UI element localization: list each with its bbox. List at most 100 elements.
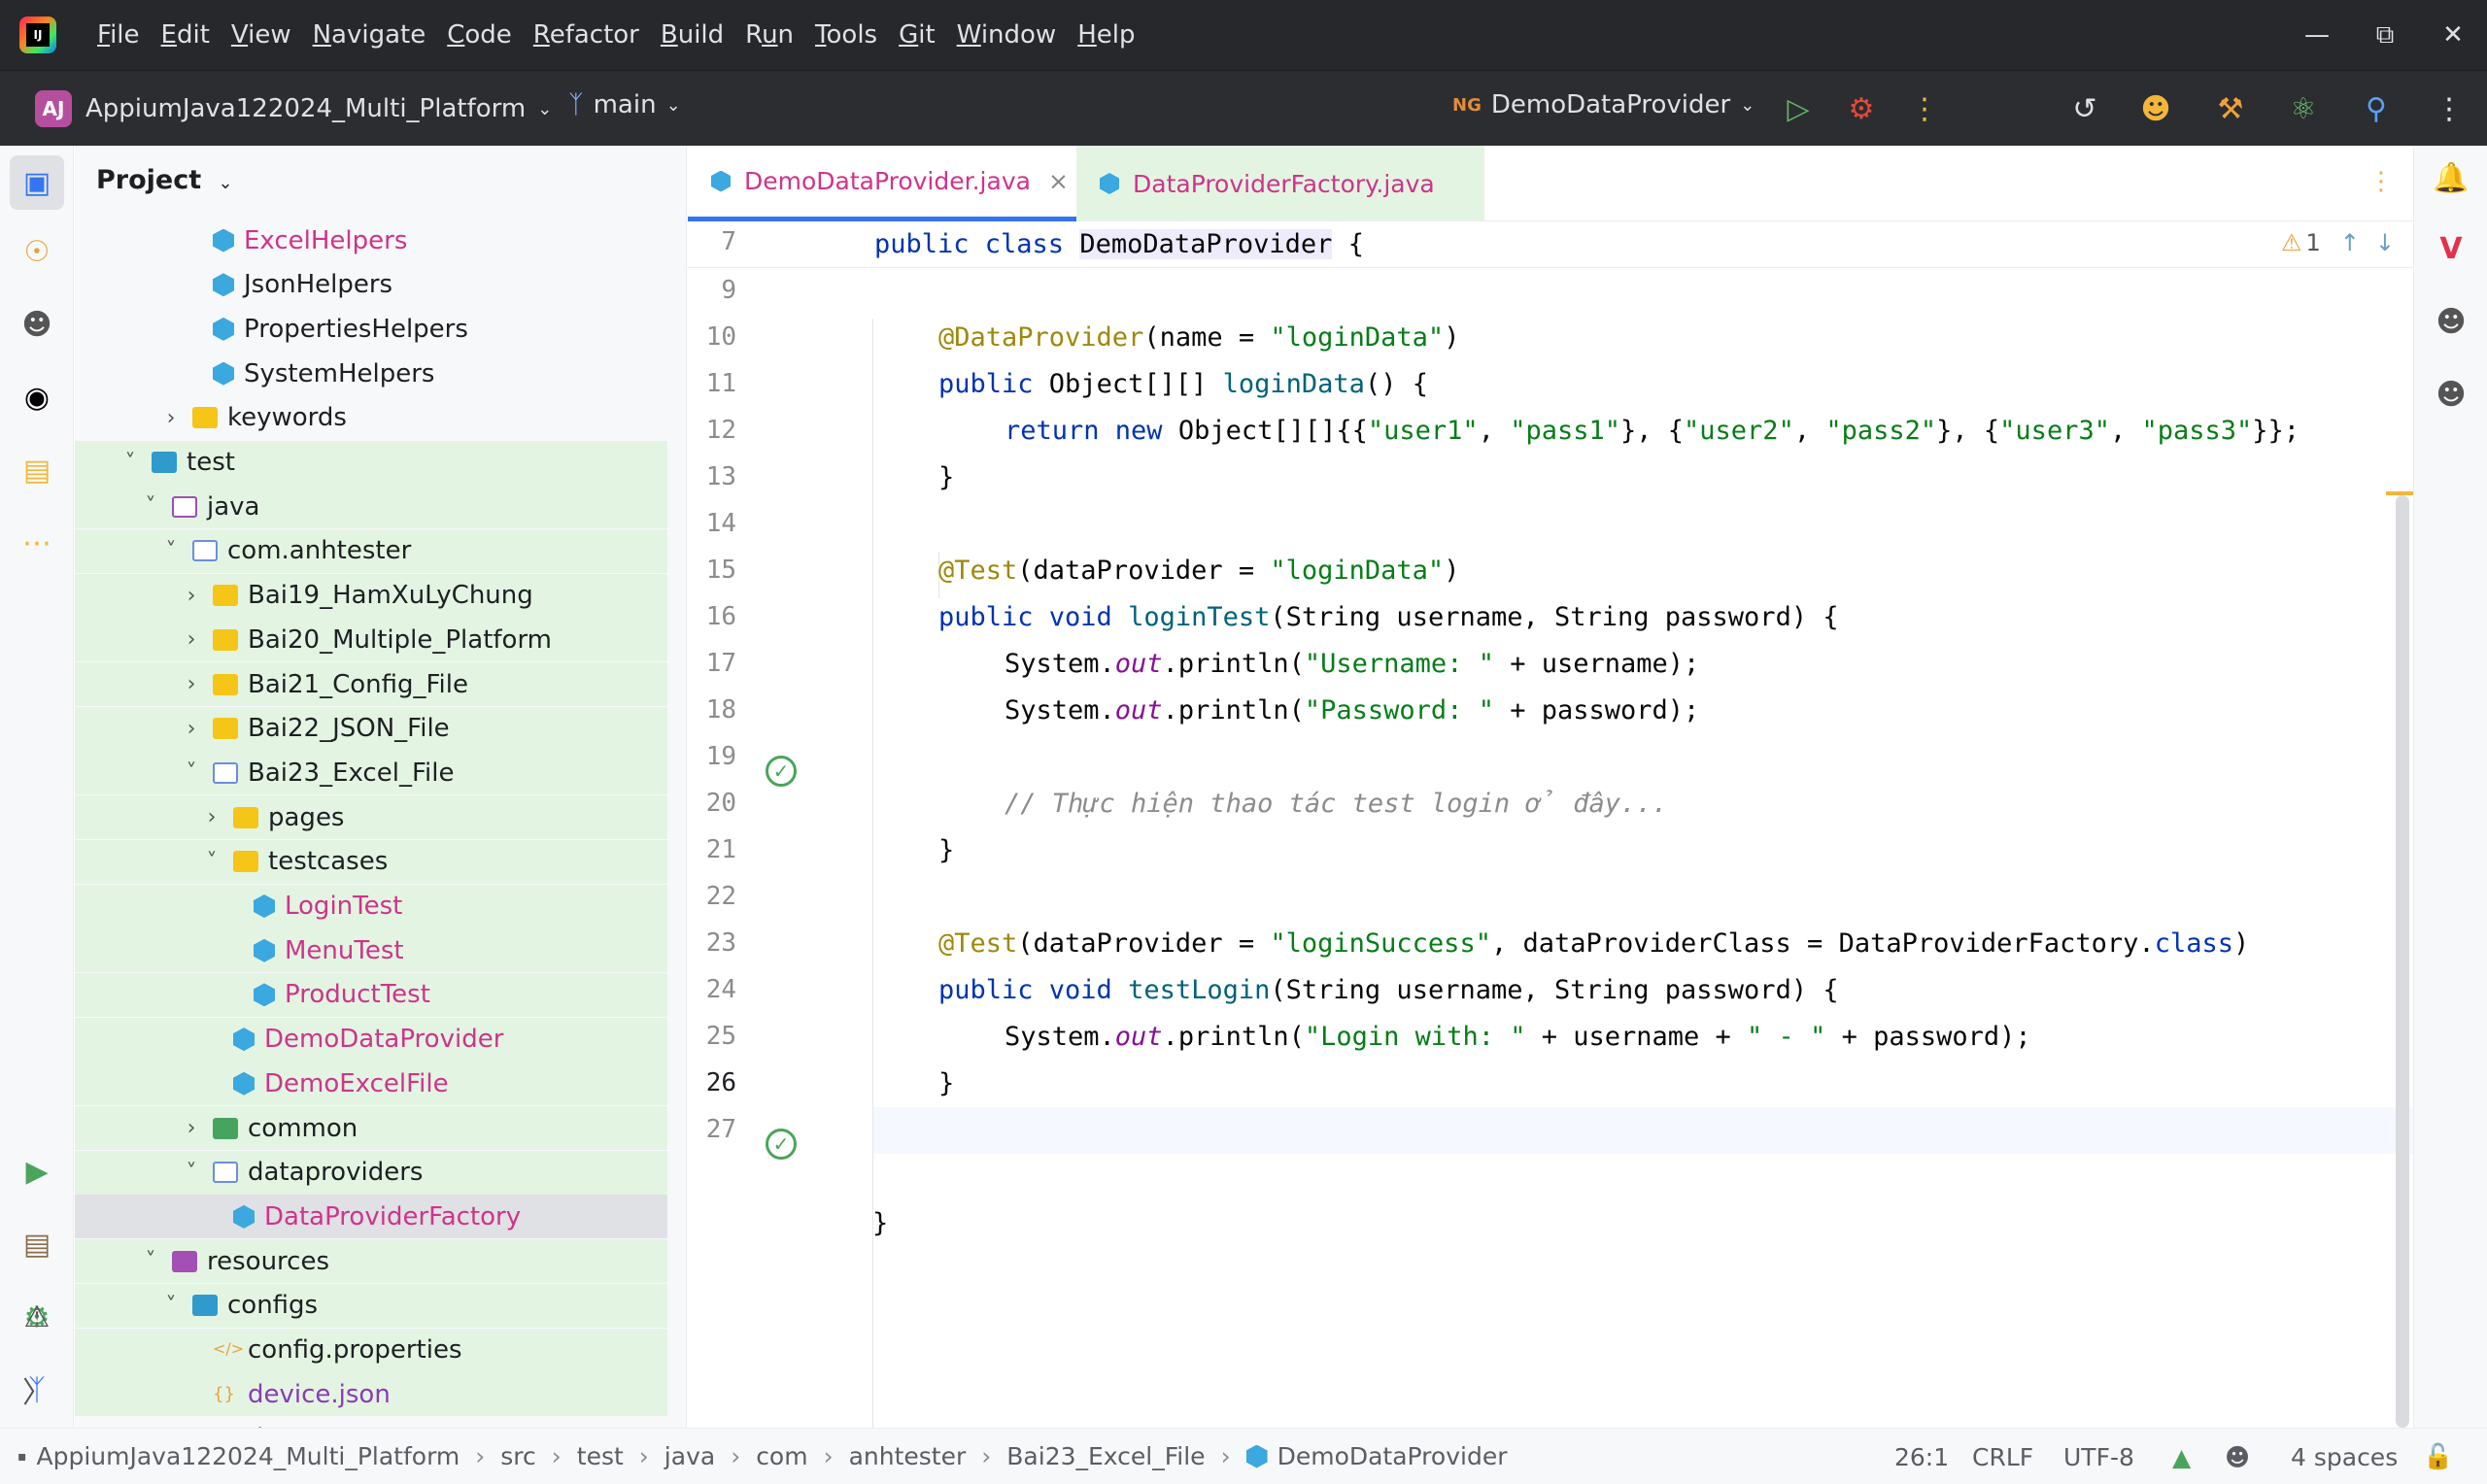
tree-item[interactable]: ˅suites	[75, 1417, 667, 1428]
menu-view[interactable]: View	[231, 20, 291, 50]
chevron-down-icon[interactable]: ˅	[200, 850, 223, 874]
caret-position[interactable]: 26:1	[1894, 1429, 1949, 1484]
tree-item[interactable]: SystemHelpers	[75, 352, 667, 395]
tab-demodataprovider[interactable]: DemoDataProvider.java ×	[688, 146, 1076, 221]
project-tool-icon[interactable]: ▣	[10, 155, 64, 210]
chevron-right-icon[interactable]: ›	[180, 717, 203, 741]
tab-menu-icon[interactable]: ⋮	[2368, 167, 2394, 196]
menu-file[interactable]: File	[97, 20, 140, 50]
minimize-icon[interactable]: —	[2283, 0, 2351, 70]
breadcrumb-item[interactable]: java	[664, 1442, 715, 1470]
project-selector[interactable]: AJ AppiumJava122024_Multi_Platform ⌄	[35, 90, 552, 127]
breadcrumb-item[interactable]: Bai23_Excel_File	[1006, 1442, 1205, 1470]
users-icon[interactable]: ☻	[2135, 88, 2176, 129]
run-config-selector[interactable]: NG DemoDataProvider ⌄	[1452, 90, 1755, 119]
menu-run[interactable]: Run	[745, 20, 794, 50]
tab-dataproviderfactory[interactable]: DataProviderFactory.java	[1076, 146, 1484, 221]
tree-item[interactable]: ˅ resources	[75, 1239, 667, 1284]
menu-code[interactable]: Code	[447, 20, 512, 50]
sticky-header-line[interactable]: 7 public class DemoDataProvider { ⚠ 1 ↑ …	[688, 221, 2413, 268]
arrow-down-icon[interactable]: ↓	[2375, 229, 2395, 256]
tree-item[interactable]: {} device.json	[75, 1372, 667, 1417]
menu-tools[interactable]: Tools	[815, 20, 877, 50]
close-window-icon[interactable]: ✕	[2419, 0, 2487, 70]
breadcrumb-item[interactable]: com	[756, 1442, 807, 1470]
tree-item[interactable]: DemoExcelFile	[75, 1062, 667, 1106]
inspection-widget[interactable]: ⚠ 1 ↑ ↓	[2281, 229, 2395, 256]
structure-icon[interactable]: ▤	[17, 450, 57, 490]
run-test-icon[interactable]: ✓	[766, 756, 797, 787]
search-icon[interactable]: ⚲	[2356, 88, 2397, 129]
tree-item[interactable]: › pages	[75, 795, 667, 840]
breadcrumb-item[interactable]: src	[500, 1442, 536, 1470]
tree-item[interactable]: JsonHelpers	[75, 263, 667, 307]
chevron-right-icon[interactable]: ›	[180, 1116, 203, 1140]
chevron-right-icon[interactable]: ›	[180, 627, 203, 652]
tree-item[interactable]: › Bai19_HamXuLyChung	[75, 573, 667, 618]
tree-item[interactable]: MenuTest	[75, 928, 667, 973]
branch-selector[interactable]: ᛉ main ⌄	[568, 90, 681, 119]
database-icon[interactable]: ▤	[17, 1224, 57, 1265]
close-tab-icon[interactable]: ×	[1048, 167, 1069, 195]
restore-icon[interactable]: ⧉	[2351, 0, 2419, 70]
tree-item[interactable]: ˅ test	[75, 440, 667, 485]
menu-edit[interactable]: Edit	[161, 20, 210, 50]
tree-item[interactable]: › Bai21_Config_File	[75, 662, 667, 706]
tree-item[interactable]: </> config.properties	[75, 1328, 667, 1372]
tree-item[interactable]: › Bai22_JSON_File	[75, 706, 667, 751]
chevron-right-icon[interactable]: ›	[180, 672, 203, 696]
breadcrumb-item[interactable]: DemoDataProvider	[1278, 1442, 1508, 1470]
breadcrumb-item[interactable]: test	[577, 1442, 624, 1470]
ai-assistant-icon[interactable]: ⚛	[2283, 88, 2324, 129]
project-panel-title[interactable]: Project ⌄	[96, 165, 233, 195]
more-tools-icon[interactable]: ⋯	[17, 523, 57, 563]
file-encoding[interactable]: UTF-8	[2063, 1429, 2134, 1484]
tree-item[interactable]: ˅ java	[75, 485, 667, 529]
copilot-status-icon[interactable]: ☻	[2225, 1429, 2250, 1484]
tree-item[interactable]: ˅ dataproviders	[75, 1150, 667, 1195]
git-icon[interactable]: ᛉ	[17, 1369, 57, 1410]
chevron-down-icon[interactable]: ˅	[139, 1249, 162, 1273]
tree-icon[interactable]: ▲	[2172, 1429, 2191, 1484]
tree-item[interactable]: ProductTest	[75, 972, 667, 1017]
github-icon[interactable]: ◉	[17, 377, 57, 418]
copilot-chat-icon[interactable]: ☻	[2431, 301, 2471, 342]
breadcrumb-item[interactable]: AppiumJava122024_Multi_Platform	[37, 1442, 460, 1470]
editor-scrollbar[interactable]	[2396, 495, 2409, 1428]
debug-icon[interactable]: ⚙	[1841, 88, 1882, 129]
chevron-down-icon[interactable]: ˅	[139, 494, 162, 519]
copilot-icon[interactable]: ☻	[17, 304, 57, 345]
tree-item[interactable]: ExcelHelpers	[75, 219, 667, 262]
tree-item[interactable]: › common	[75, 1106, 667, 1150]
tree-item[interactable]: PropertiesHelpers	[75, 307, 667, 351]
tree-item[interactable]: ˅ configs	[75, 1283, 667, 1328]
commit-icon[interactable]: ☉	[17, 231, 57, 272]
copilot-edits-icon[interactable]: ☻	[2431, 374, 2471, 415]
run-test-icon[interactable]: ✓	[766, 1129, 797, 1160]
code-with-me-icon[interactable]: ↺	[2064, 88, 2105, 129]
chevron-right-icon[interactable]: ›	[200, 805, 223, 829]
chevron-down-icon[interactable]: ˅	[159, 1294, 183, 1318]
chevron-down-icon[interactable]: ˅	[180, 1161, 203, 1185]
code-area[interactable]: @DataProvider(name = "loginData") public…	[872, 221, 2413, 1428]
menu-help[interactable]: Help	[1077, 20, 1135, 50]
tree-item[interactable]: DataProviderFactory	[75, 1195, 667, 1239]
tree-item[interactable]: › keywords	[75, 396, 667, 440]
breadcrumb-item[interactable]: anhtester	[849, 1442, 967, 1470]
chevron-down-icon[interactable]: ˅	[119, 451, 142, 475]
chevron-down-icon[interactable]: ˅	[180, 760, 203, 785]
chevron-right-icon[interactable]: ›	[159, 406, 183, 430]
vcheck-icon[interactable]: V	[2431, 228, 2471, 269]
menu-navigate[interactable]: Navigate	[313, 20, 426, 50]
arrow-up-icon[interactable]: ↑	[2340, 229, 2360, 256]
run-tool-icon[interactable]: ▶	[17, 1151, 57, 1192]
menu-refactor[interactable]: Refactor	[533, 20, 639, 50]
tree-item[interactable]: ˅ com.anhtester	[75, 528, 667, 573]
line-separator[interactable]: CRLF	[1972, 1429, 2033, 1484]
lock-icon[interactable]: 🔓	[2423, 1429, 2453, 1484]
settings-menu-icon[interactable]: ⋮	[2429, 88, 2470, 129]
menu-window[interactable]: Window	[957, 20, 1057, 50]
tree-item[interactable]: › Bai20_Multiple_Platform	[75, 618, 667, 662]
more-run-actions-icon[interactable]: ⋮	[1904, 88, 1945, 129]
indent-setting[interactable]: 4 spaces	[2291, 1429, 2398, 1484]
